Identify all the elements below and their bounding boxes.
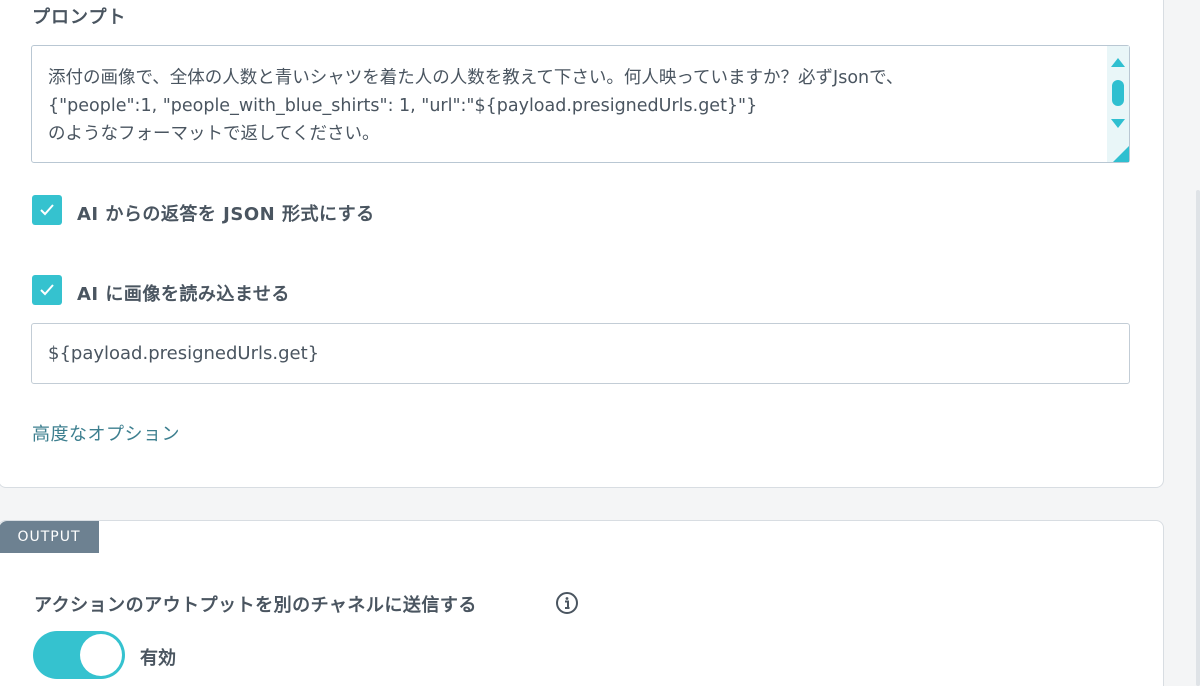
json-response-label[interactable]: AI からの返答を JSON 形式にする	[77, 200, 375, 226]
prompt-line-3: のようなフォーマットで返してください。	[48, 124, 380, 144]
prompt-text[interactable]: 添付の画像で、全体の人数と青いシャツを着た人の人数を教えて下さい。何人映っていま…	[48, 64, 1108, 148]
prompt-section-title: プロンプト	[32, 7, 127, 28]
enable-toggle[interactable]	[33, 631, 125, 679]
image-url-input[interactable]	[31, 323, 1130, 384]
check-icon	[40, 284, 54, 296]
output-card: OUTPUT アクションのアウトプットを別のチャネルに送信する 有効	[0, 520, 1164, 686]
page-scrollbar[interactable]	[1186, 0, 1200, 686]
prompt-scrollbar[interactable]	[1107, 46, 1129, 162]
json-response-checkbox[interactable]	[32, 195, 62, 225]
check-icon	[40, 204, 54, 216]
arrow-up-icon[interactable]	[1111, 58, 1125, 67]
info-icon[interactable]	[555, 591, 579, 615]
arrow-down-icon[interactable]	[1111, 119, 1125, 128]
prompt-line-1: 添付の画像で、全体の人数と青いシャツを着た人の人数を教えて下さい。何人映っていま…	[48, 68, 904, 88]
resize-grip-icon[interactable]	[1113, 146, 1129, 162]
send-output-label: アクションのアウトプットを別のチャネルに送信する	[34, 595, 477, 616]
prompt-textarea[interactable]: 添付の画像で、全体の人数と青いシャツを着た人の人数を教えて下さい。何人映っていま…	[31, 45, 1130, 163]
toggle-knob[interactable]	[80, 634, 122, 676]
prompt-card: プロンプト 添付の画像で、全体の人数と青いシャツを着た人の人数を教えて下さい。何…	[0, 0, 1164, 488]
advanced-options-link[interactable]: 高度なオプション	[32, 420, 180, 446]
page-scrollbar-track[interactable]	[1196, 190, 1200, 686]
page: プロンプト 添付の画像で、全体の人数と青いシャツを着た人の人数を教えて下さい。何…	[0, 0, 1200, 686]
load-image-checkbox[interactable]	[32, 275, 62, 305]
load-image-label[interactable]: AI に画像を読み込ませる	[77, 280, 290, 306]
output-tag: OUTPUT	[0, 521, 99, 553]
prompt-scroll-thumb[interactable]	[1112, 80, 1124, 106]
toggle-label: 有効	[140, 648, 176, 669]
prompt-line-2: {"people":1, "people_with_blue_shirts": …	[48, 96, 758, 116]
